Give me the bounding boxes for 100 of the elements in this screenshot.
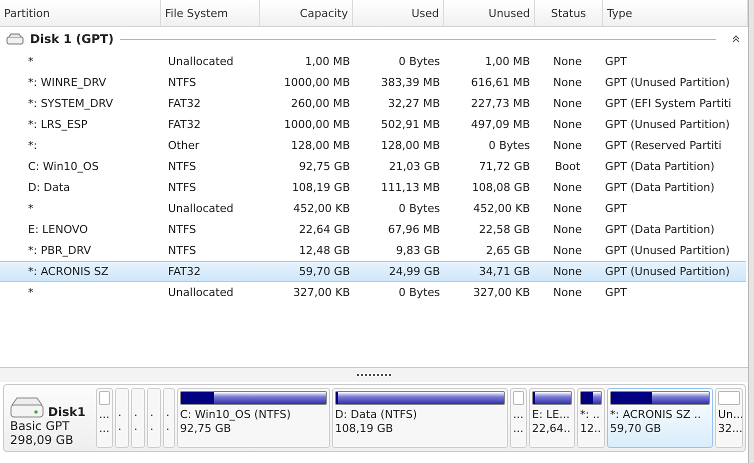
column-header[interactable]: File System [161, 0, 260, 26]
table-cell-text: 128,00 MB [380, 139, 441, 152]
partition-block[interactable]: . . [131, 388, 145, 448]
table-cell-text: 34,71 GB [478, 265, 531, 278]
partition-block[interactable]: C: Win10_OS (NTFS) 92,75 GB [177, 388, 330, 448]
partition-row[interactable]: *: Other 128,00 MB 128,00 MB 0 Bytes None GPT (Reserved Partiti [0, 135, 746, 156]
table-cell-text: 108,19 GB [290, 181, 351, 194]
partition-block[interactable]: . . [115, 388, 129, 448]
table-cell-text: 227,73 MB [470, 97, 531, 110]
partition-row[interactable]: D: Data NTFS 108,19 GB 111,13 MB 108,08 GB None GPT (Data Partition) [0, 177, 746, 198]
column-header[interactable]: Partition [0, 0, 161, 26]
partition-row[interactable]: *: PBR_DRV NTFS 12,48 GB 9,83 GB 2,65 GB None GPT (Unused Partition) [0, 240, 746, 261]
table-cell-text: 0 Bytes [488, 139, 531, 152]
table-cell-text: None [552, 265, 583, 278]
table-cell-text: GPT (Reserved Partiti [604, 139, 722, 152]
partition-block[interactable]: D: Data (NTFS) 108,19 GB [332, 388, 508, 448]
partition-row[interactable]: * Unallocated 1,00 MB 0 Bytes 1,00 MB None GPT [0, 51, 746, 72]
table-cell-text: None [552, 139, 583, 152]
table-cell-text: None [552, 244, 583, 257]
block-size: . [118, 420, 122, 434]
column-header[interactable]: Used [353, 0, 444, 26]
block-label: D: Data (NTFS) [335, 408, 418, 422]
partition-block[interactable]: *: .. 12.. [577, 388, 605, 448]
table-cell-text: 111,13 MB [380, 181, 441, 194]
table-cell-text: 1000,00 MB [282, 76, 351, 89]
table-cell-text: *: SYSTEM_DRV [27, 97, 114, 110]
partition-block[interactable]: Un... 32... [715, 388, 743, 448]
block-size: 59,70 GB [610, 422, 662, 436]
partition-row[interactable]: * Unallocated 452,00 KB 0 Bytes 452,00 KB None GPT [0, 198, 746, 219]
table-cell-text: 327,00 KB [292, 286, 351, 299]
table-cell-text: 502,91 MB [380, 118, 441, 131]
table-cell-text: Boot [554, 160, 582, 173]
table-cell-text: Unallocated [167, 55, 234, 68]
collapse-icon[interactable] [732, 35, 740, 43]
partition-row[interactable]: *: SYSTEM_DRV FAT32 260,00 MB 32,27 MB 227,73 MB None GPT (EFI System Partiti [0, 93, 746, 114]
disk-size: 298,09 GB [10, 433, 74, 448]
table-cell-text: 260,00 MB [290, 97, 351, 110]
table-cell-text: GPT (Unused Partition) [604, 244, 731, 257]
partition-row[interactable]: C: Win10_OS NTFS 92,75 GB 21,03 GB 71,72 GB Boot GPT (Data Partition) [0, 156, 746, 177]
block-label: E: LE... [532, 408, 571, 422]
partition-row[interactable]: *: LRS_ESP FAT32 1000,00 MB 502,91 MB 497,09 MB None GPT (Unused Partition) [0, 114, 746, 135]
block-label: Un... [718, 408, 740, 422]
table-cell-text: 0 Bytes [398, 286, 441, 299]
block-size: 92,75 GB [180, 422, 232, 436]
table-cell-text: GPT (Unused Partition) [604, 76, 731, 89]
partition-block[interactable]: E: LE... 22,64.. [529, 388, 575, 448]
table-cell-text: GPT [604, 286, 628, 299]
block-size: . [134, 420, 138, 434]
block-label: ... [513, 408, 524, 422]
table-cell-text: GPT [604, 202, 628, 215]
table-cell-text: None [552, 286, 583, 299]
hard-drive-icon [10, 396, 44, 418]
drive-icon [6, 33, 24, 45]
disk-name: Disk1 [48, 404, 87, 419]
table-cell-text: NTFS [167, 181, 198, 194]
table-cell-text: GPT (EFI System Partiti [604, 97, 732, 110]
table-cell-text: FAT32 [167, 265, 202, 278]
partition-row[interactable]: *: WINRE_DRV NTFS 1000,00 MB 383,39 MB 616,61 MB None GPT (Unused Partition) [0, 72, 746, 93]
table-cell-text: 59,70 GB [298, 265, 351, 278]
disk-type: Basic GPT [10, 418, 70, 434]
block-size: 32... [718, 422, 740, 436]
block-size: ... [99, 422, 110, 436]
table-cell-text: NTFS [167, 244, 198, 257]
table-cell-text: None [552, 181, 583, 194]
table-cell-text: NTFS [167, 76, 198, 89]
table-cell-text: None [552, 55, 583, 68]
table-cell-text: None [552, 97, 583, 110]
column-header[interactable]: Capacity [260, 0, 353, 26]
table-cell-text: 452,00 KB [472, 202, 531, 215]
partition-row[interactable]: *: ACRONIS SZ FAT32 59,70 GB 24,99 GB 34,71 GB None GPT (Unused Partition) [0, 261, 746, 282]
table-cell-text: 2,65 GB [484, 244, 531, 257]
table-cell-text: 0 Bytes [398, 55, 441, 68]
partition-block[interactable]: . . [147, 388, 161, 448]
block-label: *: ACRONIS SZ .. [610, 408, 702, 422]
table-cell-text: 497,09 MB [470, 118, 531, 131]
splitter-grip-icon[interactable] [357, 374, 391, 376]
partition-block[interactable]: *: ACRONIS SZ .. 59,70 GB [607, 388, 713, 448]
partition-row[interactable]: E: LENOVO NTFS 22,64 GB 67,96 MB 22,58 GB None GPT (Data Partition) [0, 219, 746, 240]
table-cell-text: Other [167, 139, 200, 152]
unallocated-bar [99, 391, 110, 405]
table-cell-text: D: Data [27, 181, 71, 194]
table-cell-text: 32,27 MB [386, 97, 441, 110]
partition-block[interactable]: . . [163, 388, 175, 448]
partition-row[interactable]: * Unallocated 327,00 KB 0 Bytes 327,00 KB None GPT [0, 282, 746, 303]
table-cell-text: 383,39 MB [380, 76, 441, 89]
column-header[interactable]: Unused [444, 0, 535, 26]
table-cell-text: 67,96 MB [386, 223, 441, 236]
block-label: C: Win10_OS (NTFS) [180, 408, 292, 422]
block-size: . [150, 420, 154, 434]
table-cell-text: 21,03 GB [388, 160, 441, 173]
block-size: 22,64.. [532, 422, 572, 436]
table-cell-text: GPT [604, 55, 628, 68]
partition-block[interactable]: ... ... [510, 388, 527, 448]
table-cell-text: 1,00 MB [484, 55, 531, 68]
table-cell-text: *: ACRONIS SZ [27, 265, 110, 278]
block-label: . [150, 406, 154, 420]
table-cell-text: 71,72 GB [478, 160, 531, 173]
column-header[interactable]: Status [535, 0, 603, 26]
block-size: 12.. [580, 422, 602, 436]
partition-block[interactable]: ... ... [96, 388, 113, 448]
